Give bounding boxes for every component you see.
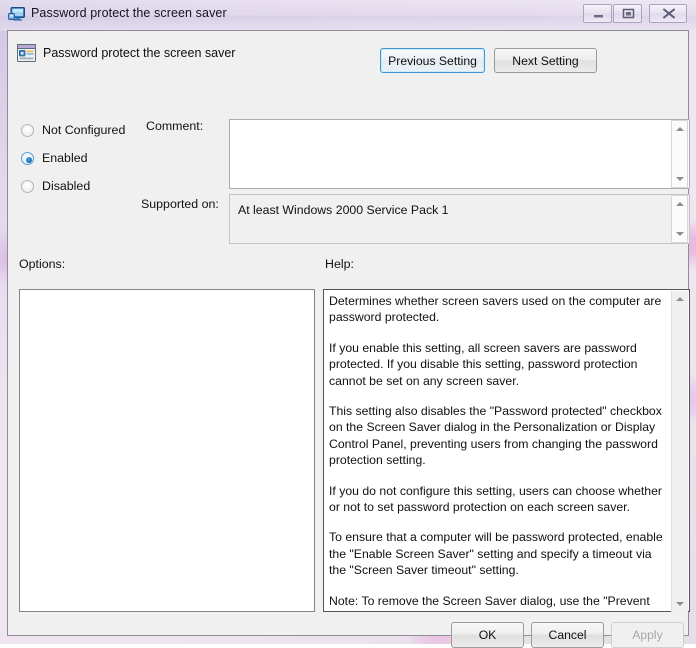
- apply-button: Apply: [611, 622, 684, 648]
- dialog-client-area: Password protect the screen saver Previo…: [7, 30, 690, 648]
- dialog-window: Password protect the screen saver Passwo…: [0, 0, 696, 648]
- radio-not-configured-indicator: [21, 124, 34, 137]
- scroll-down-icon[interactable]: [672, 596, 688, 612]
- help-label: Help:: [325, 257, 354, 271]
- radio-not-configured[interactable]: Not Configured: [21, 123, 125, 137]
- title-bar[interactable]: Password protect the screen saver: [0, 0, 696, 31]
- scroll-up-icon[interactable]: [672, 121, 687, 137]
- supported-on-field: At least Windows 2000 Service Pack 1: [229, 194, 690, 244]
- radio-not-configured-label: Not Configured: [42, 123, 126, 137]
- help-paragraph: If you do not configure this setting, us…: [329, 483, 662, 515]
- radio-disabled[interactable]: Disabled: [21, 179, 90, 193]
- help-paragraph: Note: To remove the Screen Saver dialog,…: [329, 593, 650, 608]
- window-title: Password protect the screen saver: [31, 6, 227, 20]
- supported-on-value: At least Windows 2000 Service Pack 1: [238, 203, 449, 217]
- minimize-button[interactable]: [583, 4, 612, 23]
- computer-monitor-icon: [8, 6, 26, 23]
- cancel-button[interactable]: Cancel: [531, 622, 604, 648]
- radio-enabled[interactable]: Enabled: [21, 151, 87, 165]
- setting-title: Password protect the screen saver: [43, 46, 236, 60]
- previous-setting-button[interactable]: Previous Setting: [380, 48, 485, 73]
- radio-selected-dot: [25, 156, 32, 163]
- ok-button[interactable]: OK: [451, 622, 524, 648]
- policy-setting-icon: [17, 44, 36, 62]
- help-text-content: Determines whether screen savers used on…: [329, 293, 665, 609]
- help-paragraph: If you enable this setting, all screen s…: [329, 340, 638, 388]
- scroll-up-icon[interactable]: [672, 291, 688, 307]
- scroll-down-icon[interactable]: [672, 226, 687, 242]
- comment-scrollbar[interactable]: [671, 120, 688, 188]
- radio-disabled-indicator: [21, 180, 34, 193]
- close-button[interactable]: [649, 4, 687, 23]
- scroll-up-icon[interactable]: [672, 196, 687, 212]
- next-setting-button[interactable]: Next Setting: [494, 48, 597, 73]
- help-paragraph: This setting also disables the "Password…: [329, 404, 662, 468]
- options-panel[interactable]: [19, 289, 315, 612]
- supported-on-scrollbar[interactable]: [671, 195, 688, 243]
- radio-enabled-indicator: [21, 152, 34, 165]
- supported-on-label: Supported on:: [141, 197, 219, 211]
- radio-enabled-label: Enabled: [42, 151, 88, 165]
- options-label: Options:: [19, 257, 66, 271]
- scroll-down-icon[interactable]: [672, 171, 687, 187]
- comment-label: Comment:: [146, 119, 204, 133]
- help-paragraph: Determines whether screen savers used on…: [329, 294, 662, 325]
- comment-input[interactable]: [229, 119, 690, 189]
- help-paragraph: To ensure that a computer will be passwo…: [329, 530, 663, 578]
- maximize-restore-button[interactable]: [613, 4, 642, 23]
- help-panel: Determines whether screen savers used on…: [323, 289, 690, 612]
- radio-disabled-label: Disabled: [42, 179, 91, 193]
- help-scrollbar[interactable]: [671, 291, 688, 612]
